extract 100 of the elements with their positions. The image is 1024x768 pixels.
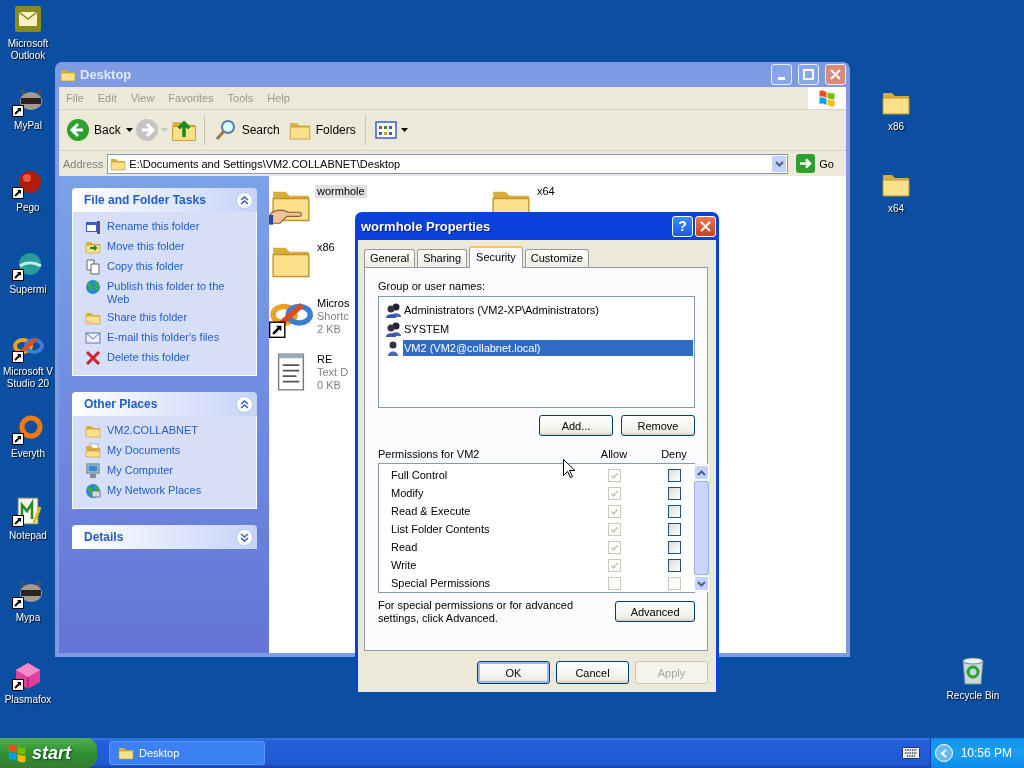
views-grid-icon	[374, 121, 397, 139]
notepad-icon[interactable]	[12, 495, 44, 527]
envelope-icon	[85, 330, 101, 346]
caret-icon[interactable]	[400, 128, 408, 132]
user-button[interactable]: Remove	[621, 415, 695, 436]
permission-name: Full Control	[391, 469, 449, 481]
chevron-down-icon	[774, 160, 784, 167]
folder-icon	[85, 423, 101, 439]
task-link[interactable]: Copy this folder	[107, 259, 247, 273]
double-chevron-down-icon	[240, 532, 249, 542]
task-link[interactable]: My Computer	[107, 463, 247, 477]
caret-icon	[160, 128, 168, 132]
scrollbar[interactable]	[694, 464, 709, 592]
show-hidden-icons-button[interactable]	[934, 744, 953, 762]
icon-label[interactable]: x86	[887, 121, 905, 133]
tab[interactable]: Security	[469, 246, 523, 268]
checkbox[interactable]	[667, 522, 681, 536]
icon-label[interactable]: Pego	[16, 202, 40, 214]
task-link[interactable]: Share this folder	[107, 310, 247, 324]
keyboard-icon[interactable]	[901, 747, 920, 759]
advanced-button[interactable]: Advanced	[615, 601, 695, 622]
taskbar-button[interactable]: Desktop	[109, 741, 265, 765]
dialog-button[interactable]: Cancel	[556, 661, 629, 684]
user-list-item[interactable]: SYSTEM	[403, 320, 693, 337]
search-button[interactable]: Search	[210, 116, 283, 144]
icon-label[interactable]: Plasmafox	[4, 694, 52, 706]
address-label: Address	[63, 157, 104, 170]
task-link[interactable]: Publish this folder to the Web	[107, 279, 247, 306]
shared-folder-icon	[85, 310, 101, 326]
checkbox[interactable]	[667, 486, 681, 500]
file-name[interactable]: x86	[315, 241, 337, 254]
chevron-button[interactable]	[236, 528, 253, 546]
folders-button[interactable]: Folders	[284, 116, 359, 144]
permission-name: Read & Execute	[391, 505, 472, 517]
icon-label[interactable]: Microsoft Outlook	[0, 38, 56, 62]
go-button[interactable]: Go	[792, 154, 842, 173]
ring-icon[interactable]	[12, 413, 44, 445]
maximize-icon	[803, 69, 814, 80]
dialog-button[interactable]: OK	[477, 661, 550, 684]
file-name[interactable]: wormhole	[315, 185, 367, 198]
user-icon	[385, 339, 401, 356]
task-link[interactable]: E-mail this folder's files	[107, 330, 247, 344]
checkbox[interactable]	[667, 540, 681, 554]
task-link[interactable]: Delete this folder	[107, 350, 247, 364]
help-button[interactable]: ?	[672, 215, 693, 237]
file-details: Text D	[316, 366, 350, 379]
user-list-item[interactable]: VM2 (VM2@collabnet.local)	[403, 339, 693, 356]
chevron-down-icon	[697, 580, 706, 587]
back-button[interactable]: Back	[63, 116, 124, 144]
start-button[interactable]: start	[0, 738, 97, 768]
permission-name: Read	[391, 541, 419, 553]
user-list-item[interactable]: Administrators (VM2-XP\Administrators)	[403, 301, 693, 318]
caret-icon[interactable]	[125, 128, 133, 132]
column-header: Deny	[660, 448, 688, 460]
tab[interactable]: General	[364, 249, 416, 267]
icon-label[interactable]: Everyth	[11, 448, 45, 460]
tab[interactable]: Sharing	[417, 249, 468, 267]
flag-icon	[7, 743, 27, 763]
double-chevron-up-icon	[240, 399, 249, 409]
dialog-title: wormhole Properties	[361, 218, 492, 234]
flag-icon	[817, 89, 837, 107]
icon-label[interactable]: Notepad	[9, 530, 47, 542]
panel-title: Details	[84, 530, 125, 544]
icon-label[interactable]: Mypa	[15, 612, 41, 624]
close-icon	[830, 69, 841, 80]
task-link[interactable]: My Documents	[107, 443, 247, 457]
documents-icon	[85, 443, 101, 459]
column-header: Allow	[599, 448, 629, 460]
pages-icon	[85, 259, 101, 275]
permission-name: List Folder Contents	[391, 523, 491, 535]
tab[interactable]: Customize	[524, 249, 589, 267]
folder-icon	[118, 745, 134, 761]
icon-label[interactable]: Microsoft V Studio 20	[0, 366, 56, 390]
user-button[interactable]: Add...	[539, 415, 613, 436]
chevron-button[interactable]	[236, 191, 253, 209]
icon-label[interactable]: MyPal	[14, 120, 42, 132]
task-link[interactable]: VM2.COLLABNET	[107, 423, 247, 437]
minimize-icon	[778, 76, 785, 80]
file-details: 0 KB	[316, 379, 342, 392]
permission-name: Modify	[391, 487, 425, 499]
checkbox[interactable]	[667, 468, 681, 482]
icon-label[interactable]: x64	[887, 203, 905, 215]
dropdown-button[interactable]	[771, 154, 788, 173]
task-link[interactable]: Move this folder	[107, 239, 247, 253]
permission-name: Special Permissions	[391, 577, 492, 589]
group-label: Group or user names:	[378, 280, 486, 292]
icon-label[interactable]: Recycle Bin	[946, 690, 1000, 702]
task-link[interactable]: My Network Places	[107, 483, 247, 497]
checkbox[interactable]	[667, 558, 681, 572]
task-link[interactable]: Rename this folder	[107, 219, 247, 233]
file-name[interactable]: Micros	[315, 297, 352, 310]
users-icon	[385, 320, 401, 337]
file-name[interactable]: x64	[535, 185, 557, 198]
icon-label[interactable]: Supermi	[9, 284, 47, 296]
checkbox[interactable]	[667, 504, 681, 518]
chevron-button[interactable]	[236, 395, 253, 413]
address-field[interactable]: E:\Documents and Settings\VM2.COLLABNET\Desktop	[107, 153, 789, 174]
file-name[interactable]: RE	[315, 353, 351, 366]
mail-icon[interactable]	[12, 3, 44, 35]
panel-title: File and Folder Tasks	[84, 193, 207, 207]
